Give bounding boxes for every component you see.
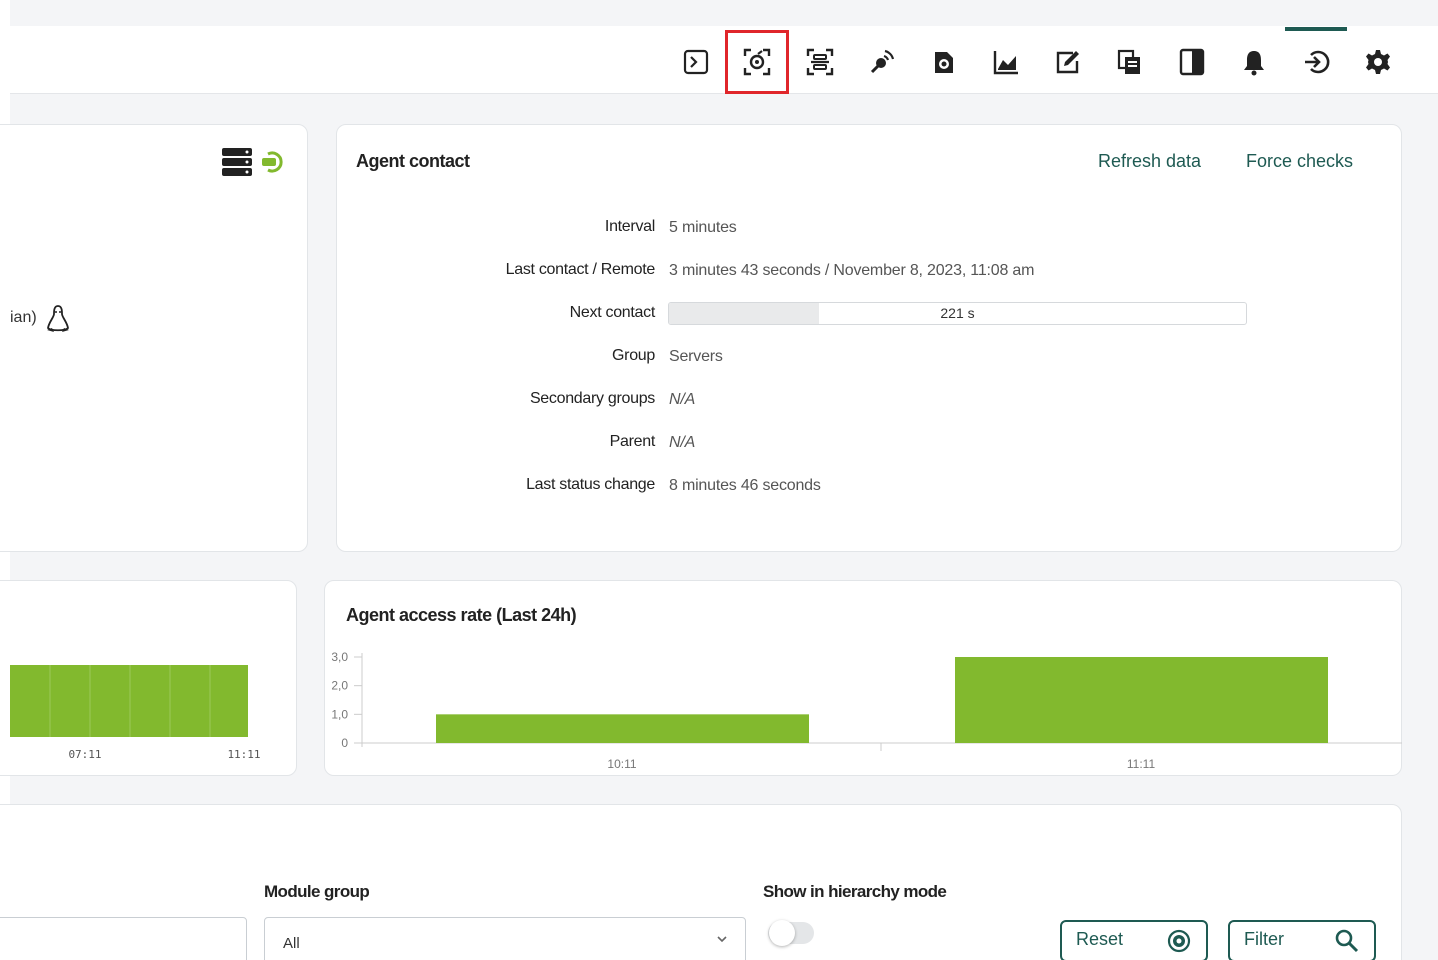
parent-value: N/A: [669, 434, 696, 451]
next-contact-value: 221 s: [940, 305, 975, 321]
search-field[interactable]: [0, 917, 247, 960]
events-chart: 07:11 11:11: [10, 665, 261, 761]
active-tab-indicator: [1285, 27, 1347, 31]
force-checks-link[interactable]: Force checks: [1246, 151, 1353, 172]
bar: [10, 665, 248, 737]
linux-icon: [45, 304, 71, 339]
x-tick-label: 11:11: [227, 748, 260, 761]
interval-label: Interval: [604, 218, 655, 235]
agent-status-icon: [260, 150, 286, 179]
x-tick-label: 07:11: [68, 748, 101, 761]
x-tick-label: 10:11: [607, 757, 636, 771]
y-tick-label: 0: [341, 736, 348, 750]
bar: [436, 714, 809, 743]
chart-icon[interactable]: [986, 36, 1026, 88]
copy-icon[interactable]: [1110, 36, 1150, 88]
terminal-icon[interactable]: [676, 36, 716, 88]
y-tick-label: 1,0: [331, 707, 348, 721]
reset-button[interactable]: Reset: [1060, 920, 1208, 960]
group-label: Group: [612, 347, 655, 364]
hierarchy-toggle[interactable]: [768, 920, 814, 946]
module-group-value: All: [283, 935, 300, 952]
last-status-change-value: 8 minutes 46 seconds: [669, 477, 821, 494]
agent-contact-title: Agent contact: [356, 151, 470, 171]
top-toolbar: [10, 26, 1438, 94]
last-contact-value: 3 minutes 43 seconds / November 8, 2023,…: [669, 262, 1035, 279]
access-rate-chart: 3,0 2,0 1,0 0 10:11 11:11: [331, 650, 1402, 771]
server-icon: [222, 148, 252, 181]
chevron-down-icon: [715, 932, 729, 951]
os-text: ian): [10, 309, 37, 326]
policy-icon[interactable]: [924, 36, 964, 88]
y-tick-label: 2,0: [331, 679, 348, 693]
x-tick-label: 11:11: [1127, 757, 1156, 771]
interval-value: 5 minutes: [669, 219, 737, 236]
hierarchy-label: Show in hierarchy mode: [763, 882, 947, 901]
toggle-knob: [769, 920, 795, 946]
edit-icon[interactable]: [1048, 36, 1088, 88]
refresh-data-link[interactable]: Refresh data: [1098, 151, 1201, 172]
secondary-groups-value: N/A: [669, 391, 696, 408]
reset-label: Reset: [1076, 929, 1124, 949]
logout-icon[interactable]: [1296, 36, 1336, 88]
remote-control-icon[interactable]: [862, 36, 902, 88]
secondary-groups-label: Secondary groups: [529, 390, 655, 407]
group-value: Servers: [669, 348, 723, 365]
y-tick-label: 3,0: [331, 650, 348, 664]
gear-icon[interactable]: [1358, 36, 1398, 88]
qr-scan-icon[interactable]: [800, 36, 840, 88]
bell-icon[interactable]: [1234, 36, 1274, 88]
scan-agent-icon[interactable]: [725, 30, 789, 94]
last-contact-label: Last contact / Remote: [505, 261, 656, 278]
next-contact-progress: 221 s: [668, 302, 1247, 325]
sidebar-toggle-icon[interactable]: [1172, 36, 1212, 88]
reset-icon: [1166, 928, 1192, 954]
last-status-change-label: Last status change: [526, 476, 655, 493]
filter-label: Filter: [1244, 929, 1284, 949]
filter-button[interactable]: Filter: [1228, 920, 1376, 960]
module-group-label: Module group: [264, 882, 370, 901]
parent-label: Parent: [609, 433, 656, 450]
module-group-select[interactable]: All: [264, 917, 746, 960]
bar: [955, 657, 1328, 743]
next-contact-label: Next contact: [569, 304, 656, 321]
search-icon: [1334, 928, 1360, 954]
